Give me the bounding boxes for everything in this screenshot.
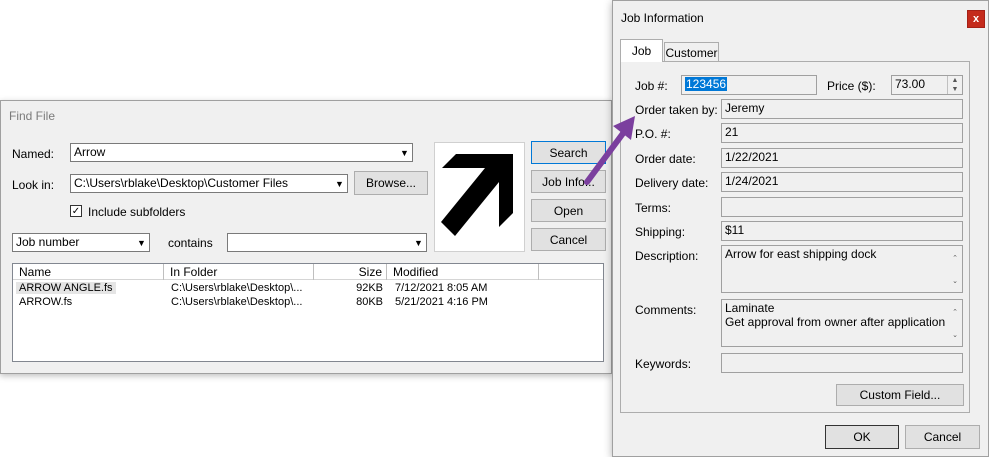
file-modified: 5/21/2021 4:16 PM bbox=[395, 296, 488, 308]
keywords-label: Keywords: bbox=[635, 357, 692, 371]
chevron-down-icon[interactable]: ⌄ bbox=[952, 277, 958, 285]
tab-job[interactable]: Job bbox=[620, 39, 663, 62]
comments-textarea[interactable]: Laminate Get approval from owner after a… bbox=[721, 299, 963, 347]
open-button[interactable]: Open bbox=[531, 199, 606, 222]
look-in-value: C:\Users\rblake\Desktop\Customer Files bbox=[74, 176, 289, 190]
comments-label: Comments: bbox=[635, 303, 697, 317]
order-date-field[interactable]: 1/22/2021 bbox=[721, 148, 963, 168]
file-folder: C:\Users\rblake\Desktop\... bbox=[171, 282, 303, 294]
po-field[interactable]: 21 bbox=[721, 123, 963, 143]
file-size: 92KB bbox=[356, 282, 383, 294]
criteria-field-value: Job number bbox=[16, 235, 80, 249]
order-taken-by-label: Order taken by: bbox=[635, 103, 718, 117]
comments-line-2: Get approval from owner after applicatio… bbox=[725, 315, 946, 329]
window-title: Find File bbox=[9, 109, 56, 123]
job-information-window: Job Information x Job Customer Job #: 12… bbox=[612, 0, 989, 457]
description-value: Arrow for east shipping dock bbox=[725, 247, 877, 261]
shipping-field[interactable]: $11 bbox=[721, 221, 963, 241]
chevron-up-icon[interactable]: ▲ bbox=[952, 77, 959, 84]
order-taken-by-field[interactable]: Jeremy bbox=[721, 99, 963, 119]
tab-job-label: Job bbox=[631, 44, 652, 58]
tab-customer-label: Customer bbox=[665, 45, 718, 60]
ok-button[interactable]: OK bbox=[825, 425, 899, 449]
chevron-down-icon[interactable]: ▼ bbox=[952, 86, 959, 93]
price-label: Price ($): bbox=[827, 79, 876, 93]
price-value: 73.00 bbox=[895, 77, 926, 91]
arrow-preview-image bbox=[441, 154, 513, 236]
chevron-down-icon[interactable]: ▼ bbox=[134, 234, 149, 251]
price-spinner[interactable]: ▲ ▼ bbox=[947, 76, 962, 94]
job-tab-panel: Job #: 123456 Price ($): 73.00 ▲ ▼ Order … bbox=[620, 61, 970, 413]
look-in-combobox[interactable]: C:\Users\rblake\Desktop\Customer Files ▼ bbox=[70, 174, 348, 193]
chevron-up-icon[interactable]: ⌃ bbox=[952, 308, 958, 316]
description-label: Description: bbox=[635, 249, 699, 263]
file-name: ARROW.fs bbox=[19, 296, 73, 308]
window-title: Job Information bbox=[621, 11, 704, 25]
look-in-label: Look in: bbox=[12, 178, 55, 192]
browse-button[interactable]: Browse... bbox=[354, 171, 428, 195]
chevron-down-icon[interactable]: ▼ bbox=[332, 175, 347, 192]
description-textarea[interactable]: Arrow for east shipping dock ⌃ ⌄ bbox=[721, 245, 963, 293]
job-number-field[interactable]: 123456 bbox=[681, 75, 817, 95]
criteria-operator-label: contains bbox=[168, 236, 213, 250]
terms-label: Terms: bbox=[635, 201, 671, 215]
annotation-arrow bbox=[584, 116, 635, 185]
shipping-label: Shipping: bbox=[635, 225, 686, 239]
keywords-field[interactable] bbox=[721, 353, 963, 373]
named-combobox[interactable]: Arrow ▼ bbox=[70, 143, 413, 162]
terms-field[interactable] bbox=[721, 197, 963, 217]
table-row[interactable]: ARROW.fs C:\Users\rblake\Desktop\... 80K… bbox=[13, 296, 603, 310]
file-name: ARROW ANGLE.fs bbox=[16, 282, 116, 294]
results-list[interactable]: Name In Folder Size Modified ARROW ANGLE… bbox=[12, 263, 604, 362]
chevron-down-icon[interactable]: ⌄ bbox=[952, 331, 958, 339]
chevron-down-icon[interactable]: ▼ bbox=[411, 234, 426, 251]
delivery-date-label: Delivery date: bbox=[635, 176, 709, 190]
cancel-button[interactable]: Cancel bbox=[905, 425, 980, 449]
job-number-label: Job #: bbox=[635, 79, 668, 93]
close-button[interactable]: x bbox=[967, 10, 985, 28]
column-header-modified[interactable]: Modified bbox=[387, 264, 539, 280]
tab-customer[interactable]: Customer bbox=[664, 42, 719, 62]
description-scrollbar[interactable]: ⌃ ⌄ bbox=[948, 246, 962, 292]
cancel-button[interactable]: Cancel bbox=[531, 228, 606, 251]
custom-field-button[interactable]: Custom Field... bbox=[836, 384, 964, 406]
file-modified: 7/12/2021 8:05 AM bbox=[395, 282, 488, 294]
find-file-window: Find File Named: Arrow ▼ Look in: C:\Use… bbox=[0, 100, 612, 374]
delivery-date-field[interactable]: 1/24/2021 bbox=[721, 172, 963, 192]
criteria-field-select[interactable]: Job number ▼ bbox=[12, 233, 150, 252]
column-header-size[interactable]: Size bbox=[314, 264, 387, 280]
named-label: Named: bbox=[12, 147, 55, 161]
file-preview bbox=[434, 142, 525, 252]
comments-line-1: Laminate bbox=[725, 301, 775, 315]
include-subfolders-checkbox[interactable]: ✓ bbox=[70, 205, 82, 217]
column-header-name[interactable]: Name bbox=[13, 264, 164, 280]
job-number-value: 123456 bbox=[685, 77, 728, 91]
table-row[interactable]: ARROW ANGLE.fs C:\Users\rblake\Desktop\.… bbox=[13, 282, 603, 296]
column-header-folder[interactable]: In Folder bbox=[164, 264, 314, 280]
criteria-value-combobox[interactable]: ▼ bbox=[227, 233, 427, 252]
include-subfolders-label: Include subfolders bbox=[88, 205, 186, 219]
file-size: 80KB bbox=[356, 296, 383, 308]
file-folder: C:\Users\rblake\Desktop\... bbox=[171, 296, 303, 308]
results-header: Name In Folder Size Modified bbox=[13, 264, 603, 280]
comments-scrollbar[interactable]: ⌃ ⌄ bbox=[948, 300, 962, 346]
price-field[interactable]: 73.00 ▲ ▼ bbox=[891, 75, 963, 95]
chevron-up-icon[interactable]: ⌃ bbox=[952, 254, 958, 262]
named-value: Arrow bbox=[74, 145, 106, 159]
chevron-down-icon[interactable]: ▼ bbox=[397, 144, 412, 161]
